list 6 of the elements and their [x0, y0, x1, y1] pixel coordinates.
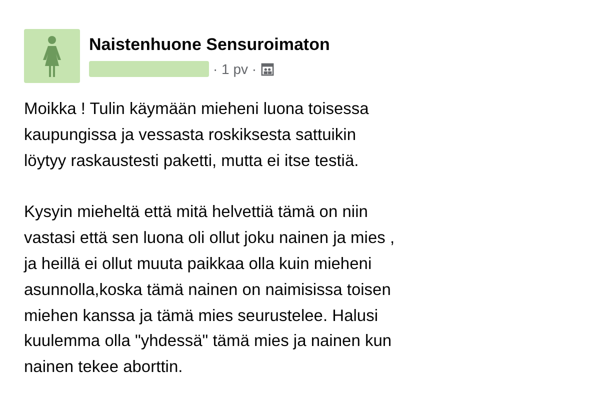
post-text: Kysyin mieheltä että mitä helvettiä tämä on niin vastasi että sen luona oli ollut joku nainen ja mies , ja heillä ei ollut muuta paikkaa olla kuin mieheni asunnolla,koska tämä nainen on naimisissa toisen miehen kanssa ja tämä mies seurustelee. Halusi kuulemma olla "yhdessä" tämä mies ja nainen kun nainen tekee aborttin. [24, 202, 396, 378]
post-time[interactable]: · 1 pv · [213, 61, 257, 77]
post-text: Moikka ! Tulin käymään mieheni luona toisessa kaupungissa ja vessasta roskiksesta sattuikin löytyy raskaustesti paketti, mutta ei itse testiä. [24, 99, 370, 172]
woman-icon[interactable] [24, 29, 80, 83]
group-name[interactable]: Naistenhuone Sensuroimaton [89, 35, 330, 55]
members-icon [260, 62, 274, 76]
